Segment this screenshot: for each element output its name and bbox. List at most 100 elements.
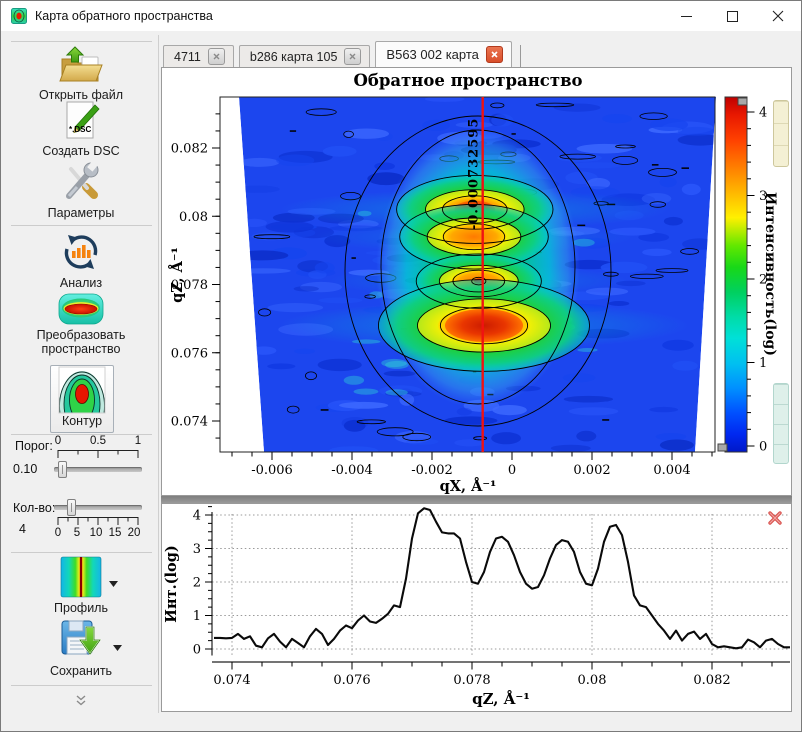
svg-text:-0.004: -0.004 xyxy=(331,463,373,478)
close-profile-icon[interactable] xyxy=(767,510,783,531)
profile-panel: 012340.0740.0760.0780.080.082qZ, Å⁻¹Инт.… xyxy=(161,503,792,712)
map-panel: -0.006-0.004-0.00200.0020.0040.0740.0760… xyxy=(161,67,792,496)
svg-text:0.08: 0.08 xyxy=(179,210,208,225)
svg-text:0.004: 0.004 xyxy=(653,463,690,478)
map-xlabel: qX, Å⁻¹ xyxy=(440,477,497,495)
separator xyxy=(11,225,152,226)
threshold-scale-1: 1 xyxy=(129,435,147,447)
create-dsc-label: Создать DSC xyxy=(42,144,119,158)
transform-space-button[interactable]: Преобразовать пространство xyxy=(5,293,157,356)
space-lens-icon xyxy=(58,293,104,325)
count-scale-15: 15 xyxy=(106,527,124,539)
toolbar-sidebar: Открыть файл *.DSC Создать DSC Параметры xyxy=(5,35,159,713)
open-file-button[interactable]: Открыть файл xyxy=(5,45,157,102)
separator xyxy=(11,685,152,686)
cursor-position-label: -0.000732595 xyxy=(467,118,482,230)
colorbar-top-handle[interactable] xyxy=(738,98,747,105)
analysis-label: Анализ xyxy=(60,276,102,290)
svg-text:3: 3 xyxy=(193,542,201,557)
map-title: Обратное пространство xyxy=(353,71,582,90)
title-bar: Карта обратного пространства xyxy=(1,1,801,31)
colorbar[interactable] xyxy=(725,97,747,452)
svg-text:0: 0 xyxy=(193,643,201,658)
app-icon xyxy=(11,8,27,24)
svg-text:0.074: 0.074 xyxy=(213,673,250,688)
tab-label: 4711 xyxy=(174,50,201,64)
threshold-label: Порог: xyxy=(15,439,53,453)
tab-bar: 4711 b286 карта 105 B563 002 карта xyxy=(163,41,521,67)
minimize-button[interactable] xyxy=(663,1,709,31)
threshold-slider-handle[interactable] xyxy=(58,461,67,478)
save-dropdown-arrow-icon[interactable] xyxy=(113,645,122,651)
count-scale-5: 5 xyxy=(68,527,86,539)
threshold-ruler xyxy=(54,450,142,460)
analysis-refresh-icon xyxy=(60,231,102,273)
svg-text:0.078: 0.078 xyxy=(453,673,490,688)
save-button[interactable]: Сохранить xyxy=(5,619,157,678)
window-title: Карта обратного пространства xyxy=(35,9,213,23)
contour-toggle-button[interactable]: Контур xyxy=(50,365,114,433)
tab-label: B563 002 карта xyxy=(386,47,478,62)
svg-text:0.076: 0.076 xyxy=(171,346,208,361)
profile-dropdown-arrow-icon[interactable] xyxy=(109,581,118,587)
panel-splitter[interactable] xyxy=(161,496,792,503)
maximize-button[interactable] xyxy=(709,1,755,31)
svg-text:0.076: 0.076 xyxy=(333,673,370,688)
profile-label: Профиль xyxy=(54,601,108,615)
analysis-button[interactable]: Анализ xyxy=(5,231,157,290)
tab-label: b286 карта 105 xyxy=(250,50,338,64)
colorbar-min-range-handle[interactable] xyxy=(773,383,789,464)
threshold-scale-0: 0 xyxy=(49,435,67,447)
transform-space-label: Преобразовать пространство xyxy=(5,328,157,356)
svg-text:2: 2 xyxy=(193,576,201,591)
save-label: Сохранить xyxy=(50,664,112,678)
profile-button[interactable]: Профиль xyxy=(5,556,157,615)
count-scale-20: 20 xyxy=(125,527,143,539)
svg-text:0.082: 0.082 xyxy=(171,142,208,157)
tab-close-icon[interactable] xyxy=(486,46,503,63)
profile-ylabel: Инт.(log) xyxy=(163,545,180,622)
svg-text:0.074: 0.074 xyxy=(171,415,208,430)
save-floppy-icon xyxy=(60,619,102,661)
tab-close-icon[interactable] xyxy=(344,48,361,65)
reciprocal-space-map[interactable]: -0.006-0.004-0.00200.0020.0040.0740.0760… xyxy=(162,68,791,495)
collapse-chevron-icon[interactable] xyxy=(5,695,157,706)
count-slider-handle[interactable] xyxy=(67,499,76,516)
svg-text:4: 4 xyxy=(759,106,767,121)
count-scale-0: 0 xyxy=(49,527,67,539)
colorbar-bottom-handle[interactable] xyxy=(718,444,727,451)
tab-close-icon[interactable] xyxy=(208,48,225,65)
colorbar-max-range-handle[interactable] xyxy=(773,100,789,167)
parameters-button[interactable]: Параметры xyxy=(5,161,157,220)
dsc-extension-text: *.DSC xyxy=(69,125,91,134)
count-ruler xyxy=(54,517,142,527)
parameters-label: Параметры xyxy=(48,206,115,220)
svg-text:0: 0 xyxy=(508,463,516,478)
tools-icon xyxy=(60,161,102,203)
close-button[interactable] xyxy=(755,1,801,31)
svg-text:4: 4 xyxy=(193,509,201,524)
contour-label: Контур xyxy=(62,414,102,428)
threshold-slider-track[interactable] xyxy=(54,467,142,472)
profile-curve xyxy=(214,508,790,648)
tab-4711[interactable]: 4711 xyxy=(163,45,234,67)
contour-map-icon xyxy=(58,366,106,414)
close-icon xyxy=(772,10,784,22)
map-ylabel: qZ, Å⁻¹ xyxy=(168,247,186,303)
svg-text:0: 0 xyxy=(759,440,767,455)
svg-text:0.002: 0.002 xyxy=(573,463,610,478)
svg-text:1: 1 xyxy=(759,356,767,371)
app-window: Карта обратного пространства xyxy=(0,0,802,732)
colorbar-label: Интенсивность(log) xyxy=(762,192,778,356)
count-label: Кол-во: xyxy=(13,501,55,515)
svg-text:1: 1 xyxy=(193,609,201,624)
tab-b286-karta-105[interactable]: b286 карта 105 xyxy=(239,45,371,67)
profile-plot[interactable]: 012340.0740.0760.0780.080.082qZ, Å⁻¹Инт.… xyxy=(162,504,791,711)
open-folder-icon xyxy=(58,45,104,85)
separator xyxy=(11,552,152,553)
profile-xlabel: qZ, Å⁻¹ xyxy=(472,690,530,708)
tab-b563-002-karta[interactable]: B563 002 карта xyxy=(375,41,511,67)
svg-text:-0.002: -0.002 xyxy=(411,463,453,478)
create-dsc-button[interactable]: *.DSC Создать DSC xyxy=(5,99,157,158)
dsc-document-icon: *.DSC xyxy=(61,99,101,141)
